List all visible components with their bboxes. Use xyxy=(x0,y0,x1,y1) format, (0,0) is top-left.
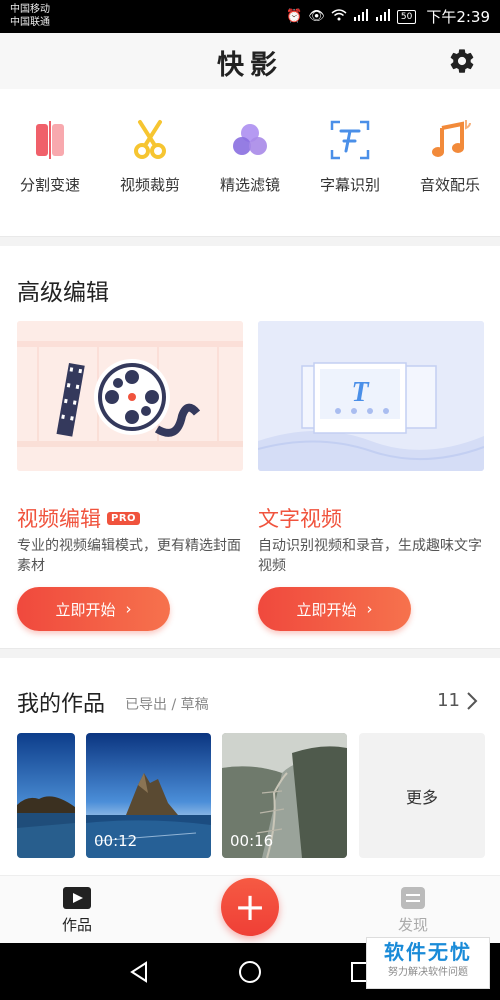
add-project-button[interactable]: + xyxy=(221,878,279,936)
works-count: 11 xyxy=(437,690,460,711)
app-header: 快影 xyxy=(0,33,500,89)
back-icon[interactable] xyxy=(128,961,150,983)
tool-label: 精选滤镜 xyxy=(219,176,280,194)
nav-works-label: 作品 xyxy=(62,916,93,934)
work-thumbnail[interactable]: 00:16 xyxy=(222,733,347,858)
wifi-icon xyxy=(331,8,347,25)
tool-filter[interactable]: 精选滤镜 xyxy=(200,100,300,215)
eye-icon: 👁 xyxy=(308,9,325,24)
app-title: 快影 xyxy=(217,50,283,81)
subtitle-recognition-icon xyxy=(330,120,370,160)
filter-circles-icon xyxy=(233,124,267,155)
text-video-illustration: T xyxy=(258,321,484,471)
work-thumbnail[interactable]: 00:12 xyxy=(86,733,211,858)
status-bar: 中国移动 中国联通 ⏰ 👁 50 下午2:39 xyxy=(0,0,500,33)
svg-text:T: T xyxy=(351,377,370,408)
works-title: 我的作品 xyxy=(17,692,106,717)
tool-video-crop[interactable]: 视频裁剪 xyxy=(100,100,200,215)
section-divider xyxy=(0,648,500,658)
more-works-button[interactable]: 更多 xyxy=(359,733,485,858)
nav-discover[interactable]: 发现 xyxy=(398,886,428,935)
signal-1-icon xyxy=(353,8,369,25)
home-icon[interactable] xyxy=(238,960,262,984)
alarm-icon: ⏰ xyxy=(286,9,303,24)
watermark-main: 软件无忧 xyxy=(384,940,472,964)
pro-badge: PRO xyxy=(107,511,141,525)
carrier-1: 中国移动 xyxy=(10,4,50,15)
work-duration: 00:12 xyxy=(94,832,138,850)
discover-icon xyxy=(401,887,425,909)
watermark-sub: 努力解决软件问题 xyxy=(388,967,468,978)
start-button-label: 立即开始 xyxy=(55,600,116,619)
chevron-right-icon xyxy=(467,691,478,710)
tool-label: 视频裁剪 xyxy=(119,176,180,194)
thumbnail-image xyxy=(17,733,75,858)
nav-discover-label: 发现 xyxy=(398,916,429,934)
clock: 下午2:39 xyxy=(426,8,490,26)
video-edit-title: 视频编辑 PRO xyxy=(17,503,141,533)
scissors-icon xyxy=(134,120,166,159)
video-edit-desc: 专业的视频编辑模式，更有精选封面素材 xyxy=(17,538,241,574)
advanced-title: 高级编辑 xyxy=(17,280,109,306)
works-subtitle[interactable]: 已导出 / 草稿 xyxy=(125,694,209,714)
text-video-card[interactable]: T xyxy=(258,321,484,471)
start-button-label: 立即开始 xyxy=(296,600,357,619)
nav-works[interactable]: 作品 xyxy=(62,886,92,935)
tool-subtitle[interactable]: 字幕识别 xyxy=(300,100,400,215)
text-video-start-button[interactable]: 立即开始 › xyxy=(258,587,411,631)
video-edit-card[interactable] xyxy=(17,321,243,471)
signal-2-icon xyxy=(375,8,391,25)
text-video-desc: 自动识别视频和录音，生成趣味文字视频 xyxy=(258,538,482,574)
work-thumbnail[interactable] xyxy=(17,733,75,858)
film-reel-illustration xyxy=(17,321,243,471)
carrier-2: 中国联通 xyxy=(10,17,50,28)
watermark: 软件无忧 努力解决软件问题 xyxy=(366,937,490,989)
split-speed-icon xyxy=(36,121,64,159)
works-count-link[interactable]: 11 xyxy=(437,690,478,711)
tool-label: 字幕识别 xyxy=(319,176,380,194)
tools-row: 分割变速 视频裁剪 精选滤镜 字幕识别 音效配乐 xyxy=(0,100,500,215)
gear-icon[interactable] xyxy=(448,47,476,75)
chevron-right-icon: › xyxy=(366,600,373,618)
tool-split-speed[interactable]: 分割变速 xyxy=(0,100,100,215)
work-duration: 00:16 xyxy=(230,832,274,850)
status-icons: ⏰ 👁 50 下午2:39 xyxy=(286,0,490,33)
play-video-icon xyxy=(63,887,91,909)
video-edit-start-button[interactable]: 立即开始 › xyxy=(17,587,170,631)
music-note-icon xyxy=(432,120,471,157)
tool-label: 分割变速 xyxy=(19,176,80,194)
tool-label: 音效配乐 xyxy=(419,176,480,194)
carrier-info: 中国移动 中国联通 xyxy=(10,3,50,29)
battery-icon: 50 xyxy=(396,9,417,24)
text-video-title-text: 文字视频 xyxy=(258,507,342,531)
tool-music[interactable]: 音效配乐 xyxy=(400,100,500,215)
video-edit-title-text: 视频编辑 xyxy=(17,507,101,531)
chevron-right-icon: › xyxy=(125,600,132,618)
text-video-title: 文字视频 xyxy=(258,503,342,533)
section-divider xyxy=(0,236,500,246)
